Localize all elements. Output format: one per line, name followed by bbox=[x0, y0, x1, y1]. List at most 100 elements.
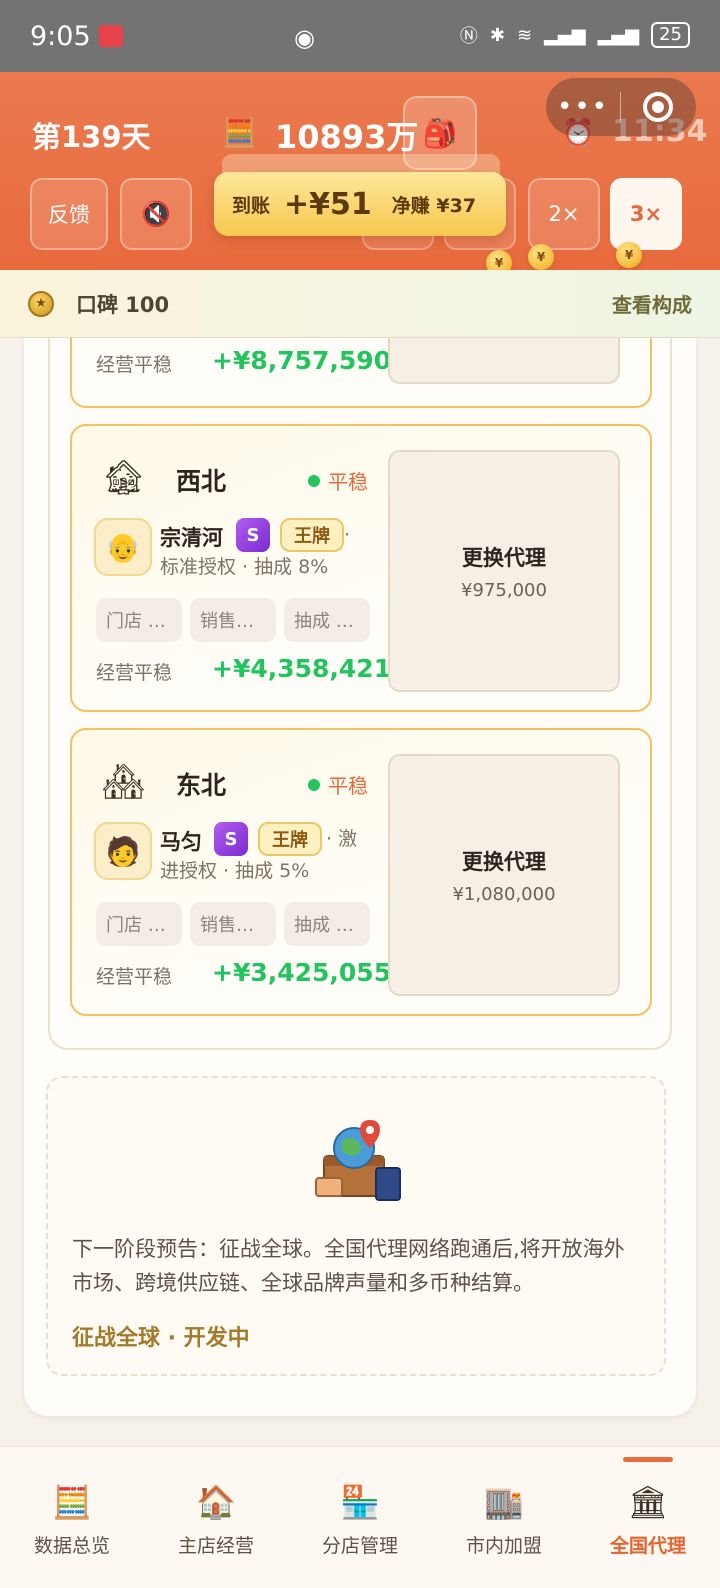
signal-4g-icon-2: ▂▄▆ bbox=[597, 24, 640, 46]
preview-status: 征战全球 · 开发中 bbox=[72, 1326, 250, 1351]
eye-icon: ◉ bbox=[294, 24, 315, 52]
region-card-partial: 经营平稳 +¥8,757,590 bbox=[70, 338, 652, 408]
active-tab-indicator bbox=[623, 1457, 673, 1462]
feedback-button[interactable]: 反馈 bbox=[30, 178, 108, 250]
backpack-icon: 🎒 bbox=[422, 116, 458, 150]
region-card: 🏚 西北 平稳 👴 宗清河 S 王牌 · 标准授权 · 抽成 8% 门店 … 销… bbox=[70, 424, 652, 712]
target-icon bbox=[643, 92, 673, 122]
northwest-building-icon: 🏚 bbox=[102, 458, 146, 498]
operation-value: +¥3,425,055 bbox=[212, 958, 392, 987]
toast-received-amount: +¥51 bbox=[284, 186, 372, 222]
nav-label: 分店管理 bbox=[321, 1535, 398, 1557]
money-total: 10893万 bbox=[275, 118, 419, 156]
nav-label: 数据总览 bbox=[33, 1535, 110, 1557]
next-stage-preview: 下一阶段预告：征战全球。全国代理网络跑通后,将开放海外市场、跨境供应链、全球品牌… bbox=[46, 1076, 666, 1376]
coin-icon: ¥ bbox=[616, 242, 642, 268]
medal-icon: ★ bbox=[28, 290, 54, 317]
status-badge: 平稳 bbox=[308, 466, 368, 495]
reputation-bar: ★ 口碑 100 查看构成 bbox=[0, 270, 720, 338]
agent-name: 宗清河 bbox=[160, 526, 223, 550]
national-agency-icon: 🏛 bbox=[627, 1483, 669, 1521]
close-miniprogram-button[interactable] bbox=[621, 92, 695, 122]
nav-branch-store[interactable]: 🏪 分店管理 bbox=[288, 1447, 432, 1588]
replace-agent-button[interactable]: 更换代理 ¥975,000 bbox=[388, 450, 620, 692]
bluetooth-icon: ✱ bbox=[489, 24, 505, 46]
day-counter: 第139天 bbox=[32, 120, 151, 154]
wifi-icon: ≋ bbox=[516, 24, 533, 46]
grade-badge: S bbox=[214, 822, 248, 856]
region-card: 🏘 东北 平稳 🧑 马匀 S 王牌 · 激 进授权 · 抽成 5% 门店 … 销… bbox=[70, 728, 652, 1016]
status-dot-icon bbox=[308, 778, 320, 791]
status-time: 9:05 bbox=[30, 20, 91, 52]
auth-type-line1: · 激 bbox=[326, 828, 358, 850]
reputation-label: 口碑 100 bbox=[76, 292, 170, 317]
muted-speaker-icon: 🔇 bbox=[141, 200, 171, 228]
operation-label: 经营平稳 bbox=[96, 354, 173, 376]
auth-type-line2: 标准授权 · 抽成 8% bbox=[160, 556, 329, 578]
nav-data-overview[interactable]: 🧮 数据总览 bbox=[0, 1447, 144, 1588]
operation-label: 经营平稳 bbox=[96, 662, 173, 684]
mute-button[interactable]: 🔇 bbox=[120, 178, 192, 250]
game-header: 第139天 🧮 10893万 🎒 ⏰ 11:34 ••• 反馈 🔇 2× 3× … bbox=[0, 72, 720, 276]
status-badge: 平稳 bbox=[308, 770, 368, 799]
replace-agent-price: ¥975,000 bbox=[461, 579, 547, 601]
agent-avatar[interactable]: 🧑 bbox=[94, 822, 152, 880]
toast-net-label: 净赚 ¥37 bbox=[391, 194, 477, 217]
toast-received-label: 到账 bbox=[232, 194, 271, 217]
commission-stat-chip[interactable]: 抽成 … bbox=[284, 902, 370, 946]
store-stat-chip[interactable]: 门店 … bbox=[96, 598, 182, 642]
replace-agent-button[interactable] bbox=[388, 338, 620, 384]
status-text: 平稳 bbox=[328, 774, 368, 798]
grade-badge: S bbox=[236, 518, 270, 552]
branch-store-icon: 🏪 bbox=[340, 1483, 380, 1521]
city-franchise-icon: 🏬 bbox=[484, 1483, 524, 1521]
speed-2x-button[interactable]: 2× bbox=[528, 178, 600, 250]
operation-value: +¥8,757,590 bbox=[212, 346, 392, 375]
nav-city-franchise[interactable]: 🏬 市内加盟 bbox=[432, 1447, 576, 1588]
signal-4g-icon: ▂▄▆ bbox=[544, 24, 586, 46]
nfc-icon: Ⓝ bbox=[459, 26, 478, 47]
coin-icon: ¥ bbox=[528, 244, 554, 270]
nav-main-store[interactable]: 🏠 主店经营 bbox=[144, 1447, 288, 1588]
status-icons: Ⓝ ✱ ≋ ▂▄▆ ▂▄▆ 25 bbox=[460, 22, 690, 48]
replace-agent-price: ¥1,080,000 bbox=[452, 883, 556, 905]
operation-value: +¥4,358,421 bbox=[212, 654, 392, 683]
status-dot-icon bbox=[308, 474, 320, 487]
sales-stat-chip[interactable]: 销售… bbox=[190, 902, 276, 946]
sales-stat-chip[interactable]: 销售… bbox=[190, 598, 276, 642]
ace-tag: 王牌 bbox=[258, 822, 322, 856]
replace-agent-label: 更换代理 bbox=[462, 849, 546, 874]
nav-label: 市内加盟 bbox=[465, 1535, 542, 1557]
app-notification-icon bbox=[98, 25, 123, 47]
view-composition-link[interactable]: 查看构成 bbox=[612, 289, 692, 318]
ace-tag: 王牌 bbox=[280, 518, 344, 552]
nav-national-agency[interactable]: 🏛 全国代理 bbox=[576, 1447, 720, 1588]
northeast-building-icon: 🏘 bbox=[102, 762, 146, 802]
auth-type-line2: 进授权 · 抽成 5% bbox=[160, 860, 310, 882]
agent-avatar[interactable]: 👴 bbox=[94, 518, 152, 576]
global-expansion-icon bbox=[315, 1120, 401, 1201]
income-toast: 到账 +¥51 净赚 ¥37 bbox=[214, 172, 506, 236]
status-bar: 9:05 ◉ Ⓝ ✱ ≋ ▂▄▆ ▂▄▆ 25 bbox=[0, 0, 720, 72]
store-stat-chip[interactable]: 门店 … bbox=[96, 902, 182, 946]
region-name: 东北 bbox=[176, 771, 227, 800]
more-menu-button[interactable]: ••• bbox=[546, 92, 620, 122]
preview-description: 下一阶段预告：征战全球。全国代理网络跑通后,将开放海外市场、跨境供应链、全球品牌… bbox=[72, 1237, 625, 1295]
main-store-icon: 🏠 bbox=[196, 1483, 236, 1521]
commission-stat-chip[interactable]: 抽成 … bbox=[284, 598, 370, 642]
battery-icon: 25 bbox=[651, 22, 690, 48]
operation-label: 经营平稳 bbox=[96, 966, 173, 988]
miniprogram-capsule: ••• bbox=[546, 78, 696, 136]
status-text: 平稳 bbox=[328, 470, 368, 494]
replace-agent-button[interactable]: 更换代理 ¥1,080,000 bbox=[388, 754, 620, 996]
cash-register-icon: 🧮 bbox=[52, 1483, 92, 1521]
nav-label: 全国代理 bbox=[609, 1535, 686, 1557]
auth-type-line1: · bbox=[344, 524, 351, 546]
nav-label: 主店经营 bbox=[177, 1535, 254, 1557]
region-name: 西北 bbox=[176, 467, 227, 496]
agent-name: 马匀 bbox=[160, 830, 202, 854]
replace-agent-label: 更换代理 bbox=[462, 545, 546, 570]
cash-register-icon: 🧮 bbox=[222, 116, 257, 149]
bottom-nav: 🧮 数据总览 🏠 主店经营 🏪 分店管理 🏬 市内加盟 🏛 全国代理 bbox=[0, 1446, 720, 1588]
speed-3x-button[interactable]: 3× bbox=[610, 178, 682, 250]
